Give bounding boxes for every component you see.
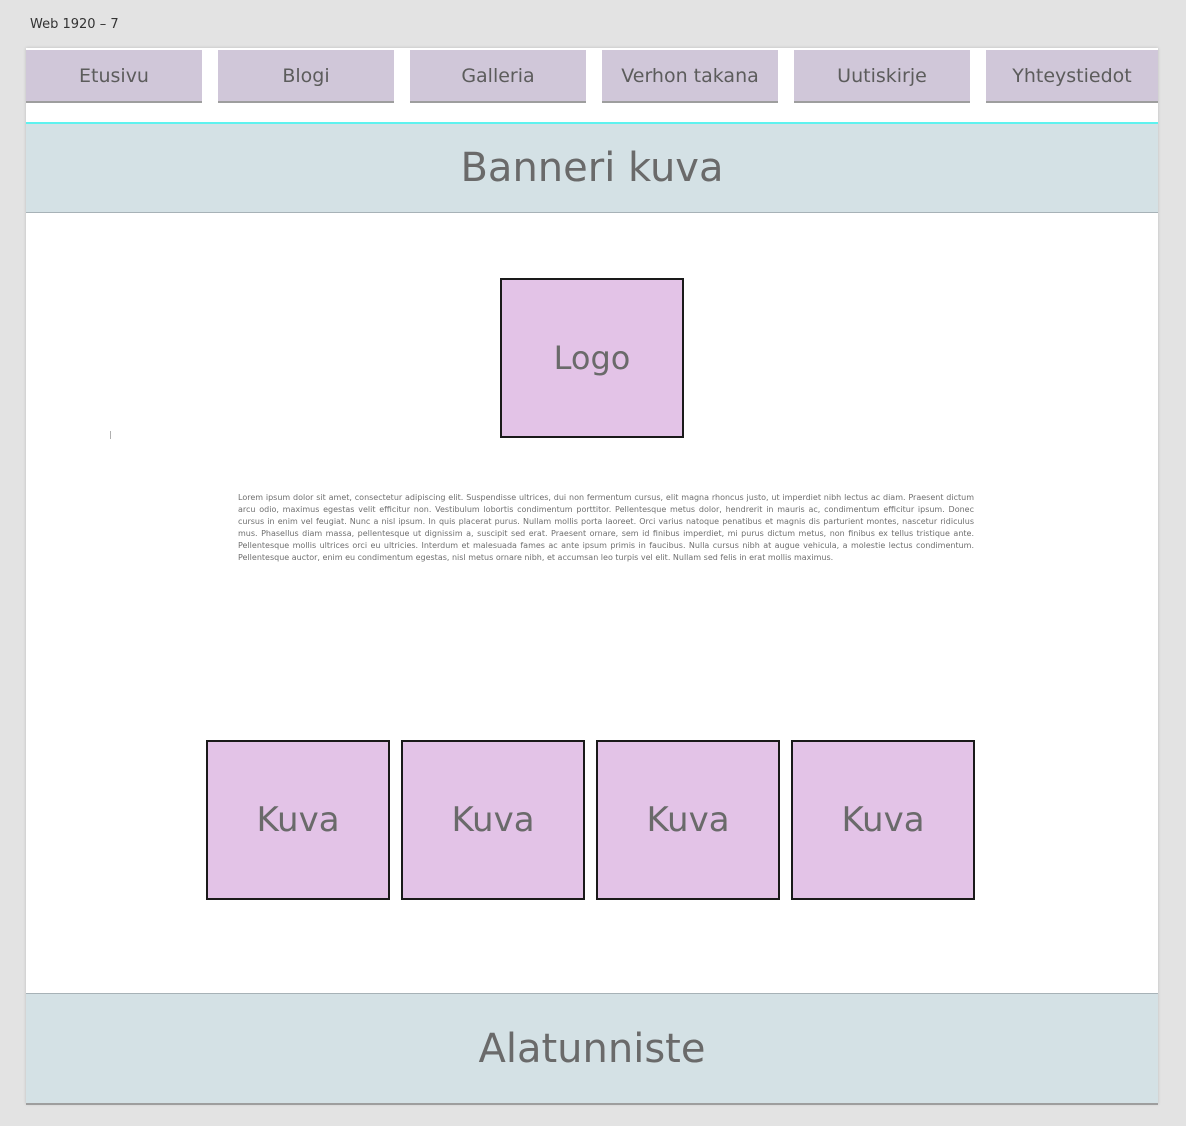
artboard: Etusivu Blogi Galleria Verhon takana Uut… xyxy=(26,48,1158,1105)
image-placeholder-2: Kuva xyxy=(401,740,585,900)
logo-label: Logo xyxy=(553,339,631,377)
main-nav: Etusivu Blogi Galleria Verhon takana Uut… xyxy=(26,50,1158,103)
banner-label: Banneri kuva xyxy=(460,145,724,191)
body-paragraph: Lorem ipsum dolor sit amet, consectetur … xyxy=(238,493,974,562)
image-placeholder-1: Kuva xyxy=(206,740,390,900)
nav-item-galleria[interactable]: Galleria xyxy=(410,50,586,103)
footer-label: Alatunniste xyxy=(478,1025,706,1072)
image-placeholder-4: Kuva xyxy=(791,740,975,900)
nav-item-uutiskirje[interactable]: Uutiskirje xyxy=(794,50,970,103)
nav-item-yhteystiedot[interactable]: Yhteystiedot xyxy=(986,50,1158,103)
footer-placeholder: Alatunniste xyxy=(26,993,1158,1105)
nav-item-blogi[interactable]: Blogi xyxy=(218,50,394,103)
artboard-title: Web 1920 – 7 xyxy=(30,17,119,32)
nav-item-verhon-takana[interactable]: Verhon takana xyxy=(602,50,778,103)
image-placeholder-3: Kuva xyxy=(596,740,780,900)
image-label: Kuva xyxy=(451,800,535,840)
nav-item-etusivu[interactable]: Etusivu xyxy=(26,50,202,103)
logo-placeholder: Logo xyxy=(500,278,684,438)
image-label: Kuva xyxy=(646,800,730,840)
image-label: Kuva xyxy=(256,800,340,840)
text-cursor-mark xyxy=(110,431,111,439)
image-label: Kuva xyxy=(841,800,925,840)
banner-placeholder: Banneri kuva xyxy=(26,124,1158,213)
